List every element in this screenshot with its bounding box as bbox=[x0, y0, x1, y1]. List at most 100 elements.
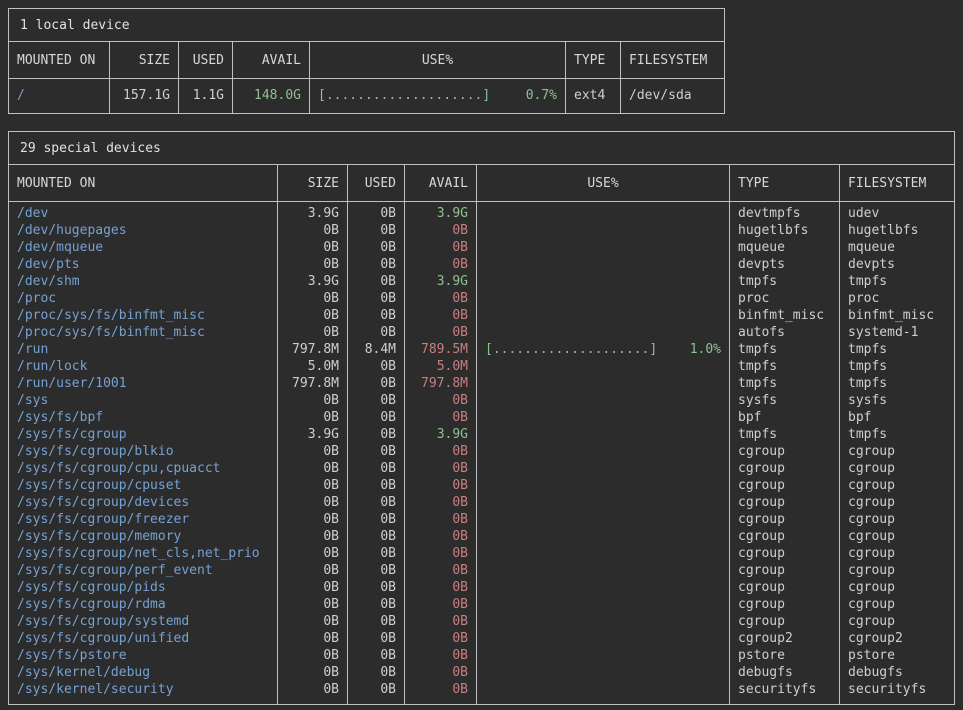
cell-used: 0B bbox=[348, 664, 405, 681]
cell-type: devtmpfs bbox=[730, 202, 840, 222]
cell-avail: 0B bbox=[405, 630, 477, 647]
cell-used: 0B bbox=[348, 630, 405, 647]
cell-use-percent bbox=[477, 477, 730, 494]
cell-filesystem: cgroup bbox=[840, 562, 954, 579]
cell-size: 0B bbox=[278, 647, 348, 664]
cell-type: cgroup bbox=[730, 477, 840, 494]
cell-avail: 0B bbox=[405, 443, 477, 460]
cell-used: 0B bbox=[348, 409, 405, 426]
cell-used: 0B bbox=[348, 494, 405, 511]
cell-mounted-on: /sys/kernel/security bbox=[9, 681, 278, 704]
cell-used: 0B bbox=[348, 290, 405, 307]
cell-use-percent bbox=[477, 222, 730, 239]
cell-filesystem: systemd-1 bbox=[840, 324, 954, 341]
local-devices-table: 1 local device MOUNTED ONSIZEUSEDAVAILUS… bbox=[8, 8, 725, 114]
cell-used: 0B bbox=[348, 375, 405, 392]
cell-use-percent bbox=[477, 579, 730, 596]
cell-used: 0B bbox=[348, 426, 405, 443]
cell-avail: 0B bbox=[405, 596, 477, 613]
cell-use-percent bbox=[477, 392, 730, 409]
cell-type: devpts bbox=[730, 256, 840, 273]
cell-size: 0B bbox=[278, 545, 348, 562]
cell-type: cgroup bbox=[730, 579, 840, 596]
cell-use-percent bbox=[477, 664, 730, 681]
usage-percent-value: 0.7% bbox=[526, 89, 557, 102]
cell-use-percent bbox=[477, 443, 730, 460]
cell-use-percent bbox=[477, 290, 730, 307]
cell-used: 1.1G bbox=[179, 79, 233, 113]
cell-avail: 0B bbox=[405, 681, 477, 704]
cell-type: mqueue bbox=[730, 239, 840, 256]
cell-filesystem: debugfs bbox=[840, 664, 954, 681]
cell-size: 3.9G bbox=[278, 426, 348, 443]
cell-size: 0B bbox=[278, 681, 348, 704]
cell-size: 0B bbox=[278, 477, 348, 494]
cell-use-percent bbox=[477, 630, 730, 647]
cell-filesystem: /dev/sda bbox=[621, 79, 724, 113]
cell-type: sysfs bbox=[730, 392, 840, 409]
cell-size: 0B bbox=[278, 511, 348, 528]
cell-use-percent: [....................] 0.7% bbox=[310, 79, 566, 113]
cell-filesystem: cgroup bbox=[840, 596, 954, 613]
cell-use-percent bbox=[477, 596, 730, 613]
cell-used: 0B bbox=[348, 307, 405, 324]
cell-avail: 0B bbox=[405, 579, 477, 596]
usage-percent-value: 1.0% bbox=[690, 341, 721, 358]
table-row: /proc/sys/fs/binfmt_misc0B0B0Bautofssyst… bbox=[9, 324, 954, 341]
cell-used: 0B bbox=[348, 545, 405, 562]
cell-use-percent bbox=[477, 613, 730, 630]
cell-used: 0B bbox=[348, 392, 405, 409]
table-row: /sys/fs/cgroup/memory0B0B0Bcgroupcgroup bbox=[9, 528, 954, 545]
cell-used: 0B bbox=[348, 256, 405, 273]
column-header-size: SIZE bbox=[278, 165, 348, 201]
column-header-type: TYPE bbox=[566, 42, 621, 78]
cell-used: 0B bbox=[348, 239, 405, 256]
table-row: /run/user/1001797.8M0B797.8Mtmpfstmpfs bbox=[9, 375, 954, 392]
table-row: /sys/fs/bpf0B0B0Bbpfbpf bbox=[9, 409, 954, 426]
cell-type: bpf bbox=[730, 409, 840, 426]
table-row: /sys/fs/cgroup/cpuset0B0B0Bcgroupcgroup bbox=[9, 477, 954, 494]
cell-type: binfmt_misc bbox=[730, 307, 840, 324]
cell-type: cgroup bbox=[730, 562, 840, 579]
cell-size: 0B bbox=[278, 409, 348, 426]
cell-mounted-on: /dev bbox=[9, 202, 278, 222]
cell-filesystem: udev bbox=[840, 202, 954, 222]
table-row: /sys/fs/cgroup/perf_event0B0B0Bcgroupcgr… bbox=[9, 562, 954, 579]
table-row: /sys/fs/cgroup/unified0B0B0Bcgroup2cgrou… bbox=[9, 630, 954, 647]
table-row: /dev/mqueue0B0B0Bmqueuemqueue bbox=[9, 239, 954, 256]
cell-used: 0B bbox=[348, 579, 405, 596]
cell-use-percent bbox=[477, 256, 730, 273]
cell-use-percent bbox=[477, 494, 730, 511]
cell-type: ext4 bbox=[566, 79, 621, 113]
cell-mounted-on: /sys/fs/cgroup/pids bbox=[9, 579, 278, 596]
cell-use-percent bbox=[477, 239, 730, 256]
cell-mounted-on: /sys/fs/cgroup/devices bbox=[9, 494, 278, 511]
cell-type: cgroup bbox=[730, 443, 840, 460]
cell-type: cgroup2 bbox=[730, 630, 840, 647]
cell-type: debugfs bbox=[730, 664, 840, 681]
cell-type: securityfs bbox=[730, 681, 840, 704]
cell-used: 8.4M bbox=[348, 341, 405, 358]
cell-type: tmpfs bbox=[730, 358, 840, 375]
cell-filesystem: sysfs bbox=[840, 392, 954, 409]
table-row: /sys/fs/cgroup/rdma0B0B0Bcgroupcgroup bbox=[9, 596, 954, 613]
cell-filesystem: cgroup bbox=[840, 494, 954, 511]
cell-used: 0B bbox=[348, 613, 405, 630]
special-table-body: /dev3.9G0B3.9Gdevtmpfsudev/dev/hugepages… bbox=[9, 202, 954, 704]
table-row: /157.1G1.1G148.0G[....................]0… bbox=[9, 79, 724, 113]
cell-avail: 0B bbox=[405, 545, 477, 562]
cell-filesystem: mqueue bbox=[840, 239, 954, 256]
special-table-title: 29 special devices bbox=[9, 132, 954, 165]
cell-size: 0B bbox=[278, 494, 348, 511]
table-row: /sys/fs/cgroup/cpu,cpuacct0B0B0Bcgroupcg… bbox=[9, 460, 954, 477]
usage-bar: [....................] bbox=[318, 89, 490, 102]
cell-used: 0B bbox=[348, 202, 405, 222]
cell-mounted-on: /sys/fs/cgroup/systemd bbox=[9, 613, 278, 630]
cell-filesystem: cgroup bbox=[840, 443, 954, 460]
usage-bar: [....................] bbox=[485, 341, 657, 358]
cell-used: 0B bbox=[348, 460, 405, 477]
cell-avail: 0B bbox=[405, 664, 477, 681]
cell-size: 0B bbox=[278, 239, 348, 256]
column-header-avail: AVAIL bbox=[405, 165, 477, 201]
cell-used: 0B bbox=[348, 477, 405, 494]
